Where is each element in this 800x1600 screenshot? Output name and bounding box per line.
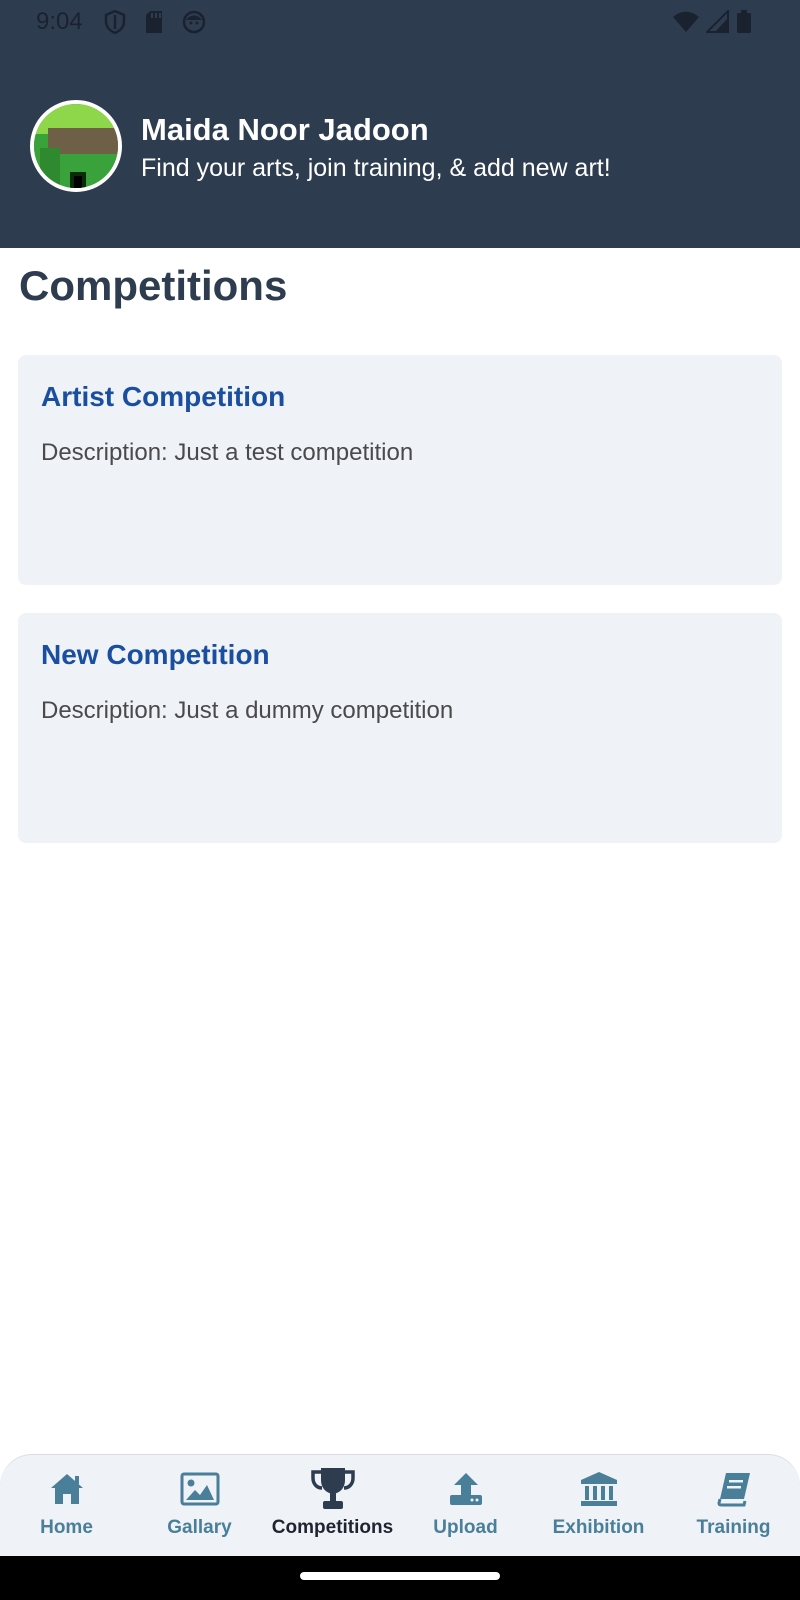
status-bar: 9:04 [0, 0, 800, 46]
status-left-icons [104, 9, 206, 39]
nav-label: Training [696, 1517, 771, 1538]
face-icon [182, 10, 206, 39]
competition-title: Artist Competition [41, 381, 286, 412]
nav-item-exhibition[interactable]: Exhibition [532, 1455, 665, 1557]
competition-title: New Competition [41, 639, 270, 670]
image-icon [180, 1467, 220, 1511]
profile-header: Maida Noor Jadoon Find your arts, join t… [0, 46, 800, 248]
nav-item-training[interactable]: Training [667, 1455, 800, 1557]
nav-label: Gallary [167, 1517, 232, 1538]
system-nav-bar [0, 1556, 800, 1600]
upload-icon [448, 1467, 484, 1511]
bottom-nav: Home Gallary Competitions Upload Exhibit… [0, 1454, 800, 1556]
museum-icon [579, 1467, 619, 1511]
nav-label: Home [40, 1517, 93, 1538]
shield-icon [104, 9, 126, 39]
competition-card[interactable]: Artist Competition Description: Just a t… [18, 355, 782, 585]
app-screen: 9:04 Maida Noor Jadoon Find your arts, j… [0, 0, 800, 1600]
book-icon [716, 1467, 752, 1511]
nav-item-competitions[interactable]: Competitions [266, 1455, 399, 1557]
battery-icon [736, 10, 752, 39]
avatar[interactable] [30, 100, 122, 192]
competition-description: Description: Just a dummy competition [41, 697, 454, 724]
trophy-icon [309, 1467, 357, 1511]
status-time: 9:04 [36, 8, 83, 35]
home-icon [49, 1467, 85, 1511]
nav-item-gallary[interactable]: Gallary [133, 1455, 266, 1557]
status-right-icons [672, 8, 752, 39]
nav-item-home[interactable]: Home [0, 1455, 133, 1557]
nav-label: Exhibition [552, 1517, 645, 1538]
nav-label: Competitions [271, 1517, 394, 1538]
page-title: Competitions [19, 262, 288, 309]
wifi-icon [672, 10, 700, 39]
signal-icon [704, 8, 730, 39]
header-subtitle: Find your arts, join training, & add new… [141, 154, 611, 182]
competition-card[interactable]: New Competition Description: Just a dumm… [18, 613, 782, 843]
nav-item-upload[interactable]: Upload [399, 1455, 532, 1557]
avatar-image [34, 104, 118, 188]
sd-card-icon [144, 10, 164, 39]
user-name: Maida Noor Jadoon [141, 112, 429, 147]
home-gesture-pill[interactable] [300, 1572, 500, 1580]
nav-label: Upload [433, 1517, 498, 1538]
competition-description: Description: Just a test competition [41, 439, 414, 466]
